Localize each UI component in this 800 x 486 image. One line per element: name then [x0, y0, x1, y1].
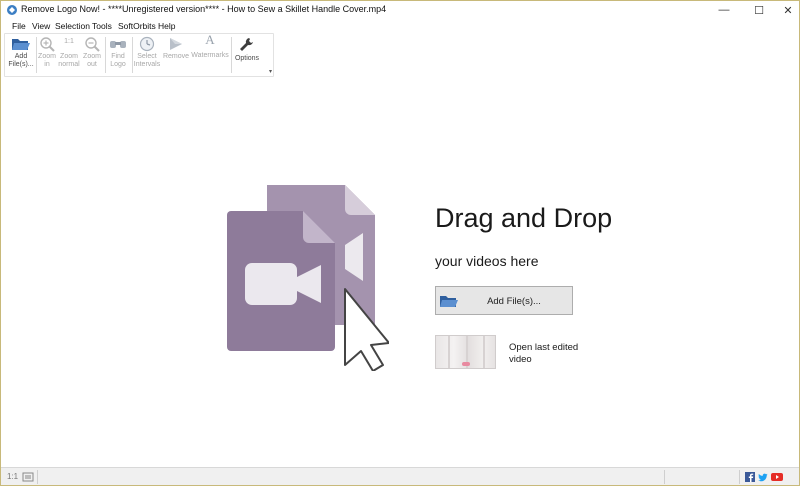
video-files-illustration-icon [227, 185, 389, 371]
zoom-normal-icon: 1:1 [64, 38, 74, 45]
open-last-edited-link[interactable]: Open last edited video [509, 342, 599, 366]
twitter-icon[interactable] [758, 472, 768, 482]
tool-label: File(s)... [8, 61, 34, 68]
last-video-thumbnail[interactable] [435, 335, 496, 369]
tool-label: Add [14, 53, 28, 60]
tool-label: in [44, 61, 50, 68]
window-title: Remove Logo Now! - ****Unregistered vers… [21, 4, 387, 14]
tool-label: Zoom [83, 53, 101, 60]
title-bar[interactable]: Remove Logo Now! - ****Unregistered vers… [1, 1, 799, 19]
tool-label: Zoom [38, 53, 56, 60]
thumbnail-detail [448, 336, 450, 368]
watermarks-tool-button[interactable]: A Watermarks [190, 32, 230, 76]
tool-label: out [87, 61, 97, 68]
menu-file[interactable]: File [12, 21, 26, 31]
status-bar: 1:1 [1, 467, 799, 485]
zoom-level: 1:1 [7, 472, 19, 481]
toolbar-separator [105, 37, 106, 73]
menu-selection[interactable]: Selection [55, 21, 90, 31]
menu-help[interactable]: Help [158, 21, 175, 31]
open-last-edited-label: video [509, 354, 532, 365]
menu-view[interactable]: View [32, 21, 50, 31]
drag-drop-subtitle: your videos here [435, 253, 539, 269]
add-files-tool-button[interactable]: Add File(s)... [8, 36, 34, 76]
menu-tools[interactable]: Tools [92, 21, 112, 31]
add-files-label: Add File(s)... [487, 296, 541, 307]
play-arrow-icon [170, 38, 182, 50]
tool-label: Find [111, 53, 125, 60]
minimize-button[interactable]: — [709, 1, 739, 19]
tool-label: Intervals [133, 61, 161, 68]
tool-label: Watermarks [191, 52, 229, 59]
tool-label: Remove [162, 53, 190, 60]
status-separator [664, 470, 665, 484]
open-last-edited-label: Open last edited [509, 342, 579, 353]
app-window: Remove Logo Now! - ****Unregistered vers… [0, 0, 800, 486]
zoom-out-tool-button[interactable]: Zoom out [82, 36, 102, 76]
find-logo-tool-button[interactable]: Find Logo [107, 36, 129, 76]
facebook-icon[interactable] [745, 472, 755, 482]
letter-a-icon: A [205, 32, 215, 47]
wrench-icon [240, 38, 253, 51]
maximize-button[interactable]: ☐ [744, 1, 774, 19]
fit-screen-icon[interactable] [22, 472, 34, 482]
tool-label: Logo [110, 61, 126, 68]
add-files-button[interactable]: Add File(s)... [435, 286, 573, 315]
options-tool-button[interactable]: Options [232, 36, 262, 76]
zoom-normal-tool-button[interactable]: 1:1 Zoom normal [58, 36, 80, 76]
tool-label: Select [137, 53, 157, 60]
close-button[interactable]: ✕ [773, 1, 799, 19]
status-separator [37, 470, 38, 484]
tool-label: Options [234, 55, 260, 62]
select-intervals-tool-button[interactable]: Select Intervals [133, 36, 161, 76]
folder-open-icon [12, 39, 30, 50]
drop-area[interactable]: Drag and Drop your videos here Add File(… [1, 75, 799, 467]
drag-drop-title: Drag and Drop [435, 203, 613, 233]
youtube-icon[interactable] [771, 472, 783, 482]
zoom-in-tool-button[interactable]: Zoom in [37, 36, 57, 76]
toolbar-overflow-icon[interactable]: ▾ [269, 68, 272, 75]
tool-label: Zoom [60, 53, 78, 60]
thumbnail-detail [462, 362, 470, 366]
status-separator [739, 470, 740, 484]
thumbnail-detail [483, 336, 485, 368]
remove-tool-button[interactable]: Remove [162, 36, 190, 76]
zoom-in-icon [40, 37, 55, 52]
menu-softorbits[interactable]: SoftOrbits [118, 21, 156, 31]
toolbar: Add File(s)... Zoom in 1:1 Zoom normal Z… [4, 33, 274, 77]
clock-icon [139, 36, 155, 52]
app-logo-icon [7, 5, 17, 15]
zoom-out-icon [85, 37, 100, 52]
tool-label: normal [58, 61, 80, 68]
binoculars-icon [110, 41, 126, 48]
menu-bar: File View Selection Tools SoftOrbits Hel… [1, 19, 799, 33]
